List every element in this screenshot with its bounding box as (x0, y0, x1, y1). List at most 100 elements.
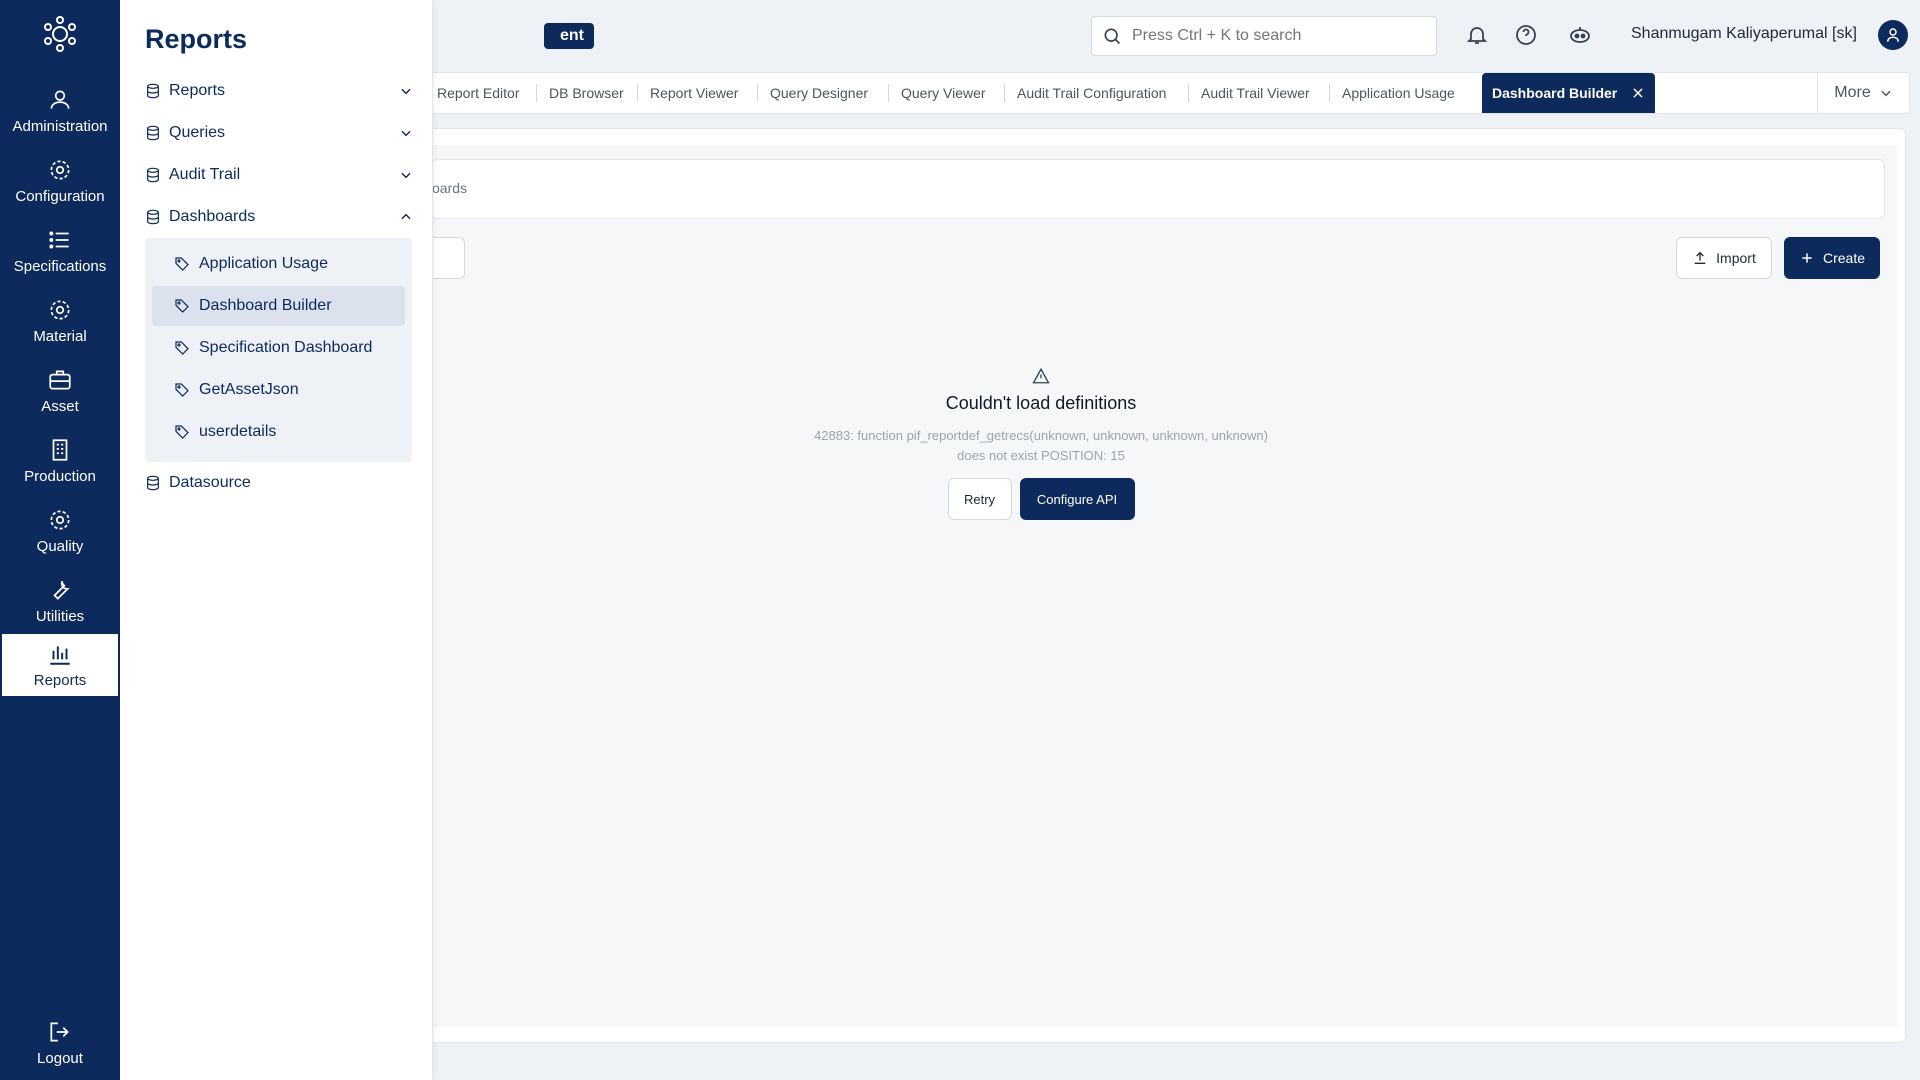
rail-item-administration[interactable]: Administration (2, 80, 118, 142)
tab-divider (1188, 84, 1189, 102)
rail-item-asset[interactable]: Asset (2, 360, 118, 422)
tab-db-browser[interactable]: DB Browser (549, 73, 624, 113)
rail-item-material[interactable]: Material (2, 290, 118, 352)
database-icon (147, 83, 159, 99)
submenu-label: Dashboard Builder (199, 297, 332, 314)
tab-strip: Report Editor DB Browser Report Viewer Q… (420, 72, 1910, 114)
main-panel: oards Import Create Couldn't load defini… (401, 128, 1906, 1043)
user-icon (1887, 28, 1899, 42)
bar-chart-icon (50, 646, 70, 665)
menu-section-label: Audit Trail (169, 166, 241, 183)
search-icon (1104, 28, 1121, 45)
close-icon[interactable] (1631, 86, 1645, 100)
wrench-icon (53, 580, 70, 600)
tab-label: Dashboard Builder (1492, 85, 1618, 101)
bell-icon[interactable] (1465, 23, 1489, 47)
user-name[interactable]: Shanmugam Kaliyaperumal [sk] (1631, 25, 1857, 43)
submenu-label: GetAssetJson (199, 381, 299, 398)
import-button[interactable]: Import (1676, 237, 1772, 279)
tab-audit-trail-configuration[interactable]: Audit Trail Configuration (1017, 73, 1166, 113)
tag-icon (175, 425, 189, 439)
submenu-item-specification-dashboard[interactable]: Specification Dashboard (152, 328, 405, 368)
plus-icon (1802, 253, 1812, 263)
flyout-title: Reports (145, 24, 248, 54)
logout-button[interactable]: Logout (2, 1012, 118, 1074)
rail-label: Configuration (15, 188, 105, 205)
menu-section-datasource[interactable]: Datasource (145, 466, 413, 500)
warning-icon (1032, 367, 1050, 384)
rail-label: Administration (12, 118, 108, 135)
configure-api-button[interactable]: Configure API (1019, 478, 1135, 520)
rail-item-quality[interactable]: Quality (2, 500, 118, 562)
breadcrumb[interactable]: oards (432, 180, 467, 196)
rail-label: Production (24, 468, 96, 485)
tag-icon (175, 257, 189, 271)
gear-icon (50, 300, 70, 320)
rail-label: Asset (41, 398, 79, 415)
tab-divider (888, 84, 889, 102)
upload-icon (1694, 251, 1706, 264)
tag-icon (175, 383, 189, 397)
more-label: More (1834, 84, 1871, 101)
menu-section-reports[interactable]: Reports (145, 74, 413, 108)
menu-section-queries[interactable]: Queries (145, 116, 413, 150)
submenu-item-userdetails[interactable]: userdetails (152, 412, 405, 452)
rail-label: Reports (33, 672, 87, 689)
tab-report-editor[interactable]: Report Editor (437, 73, 519, 113)
menu-section-audit-trail[interactable]: Audit Trail (145, 158, 413, 192)
list-icon (49, 231, 69, 249)
app-logo-icon[interactable] (40, 14, 80, 54)
tab-divider (1004, 84, 1005, 102)
tab-query-designer[interactable]: Query Designer (770, 73, 868, 113)
breadcrumb-bar: oards (431, 159, 1885, 219)
chevron-down-icon (401, 130, 411, 137)
tab-report-viewer[interactable]: Report Viewer (650, 73, 738, 113)
more-tabs-button[interactable]: More (1817, 73, 1909, 113)
tab-divider (536, 84, 537, 102)
rail-item-reports[interactable]: Reports (2, 634, 118, 696)
error-state: Couldn't load definitions 42883: functio… (811, 367, 1271, 520)
menu-section-dashboards[interactable]: Dashboards (145, 200, 413, 234)
submenu-label: Application Usage (199, 255, 328, 272)
tab-divider (757, 84, 758, 102)
chevron-down-icon (1881, 90, 1891, 97)
briefcase-icon (49, 370, 71, 390)
rail-label: Quality (36, 538, 84, 555)
tab-application-usage[interactable]: Application Usage (1342, 73, 1455, 113)
create-button[interactable]: Create (1784, 237, 1880, 279)
tab-query-viewer[interactable]: Query Viewer (901, 73, 986, 113)
reports-flyout-menu: Reports Reports Queries Audit Trail Dash… (120, 0, 433, 1080)
submenu-item-getassetjson[interactable]: GetAssetJson (152, 370, 405, 410)
tab-divider (637, 84, 638, 102)
left-rail: Administration Configuration Specificati… (0, 0, 120, 1080)
logout-icon (50, 1022, 69, 1042)
rail-item-production[interactable]: Production (2, 430, 118, 492)
help-icon[interactable] (1514, 23, 1538, 47)
chevron-up-icon (401, 213, 411, 220)
menu-section-label: Reports (169, 82, 226, 99)
submenu-item-dashboard-builder[interactable]: Dashboard Builder (152, 286, 405, 326)
avatar[interactable] (1878, 20, 1908, 50)
database-icon (147, 475, 159, 491)
gear-icon (50, 510, 70, 530)
error-actions: Retry Configure API (811, 478, 1271, 520)
submenu-label: userdetails (199, 423, 277, 440)
building-icon (52, 439, 68, 461)
rail-item-configuration[interactable]: Configuration (2, 150, 118, 212)
tab-audit-trail-viewer[interactable]: Audit Trail Viewer (1201, 73, 1310, 113)
menu-section-label: Dashboards (169, 208, 256, 225)
rail-item-specifications[interactable]: Specifications (2, 220, 118, 282)
tab-divider (1329, 84, 1330, 102)
tab-dashboard-builder[interactable]: Dashboard Builder (1482, 73, 1656, 113)
submenu-item-application-usage[interactable]: Application Usage (152, 244, 405, 284)
tag-icon (175, 299, 189, 313)
global-search[interactable] (1091, 16, 1437, 56)
retry-button[interactable]: Retry (947, 478, 1012, 520)
search-input[interactable] (1132, 27, 1422, 45)
database-icon (147, 167, 159, 183)
users-icon (50, 90, 70, 109)
menu-section-label: Queries (169, 124, 226, 141)
robot-icon[interactable] (1568, 23, 1592, 47)
database-icon (147, 125, 159, 141)
rail-item-utilities[interactable]: Utilities (2, 570, 118, 632)
